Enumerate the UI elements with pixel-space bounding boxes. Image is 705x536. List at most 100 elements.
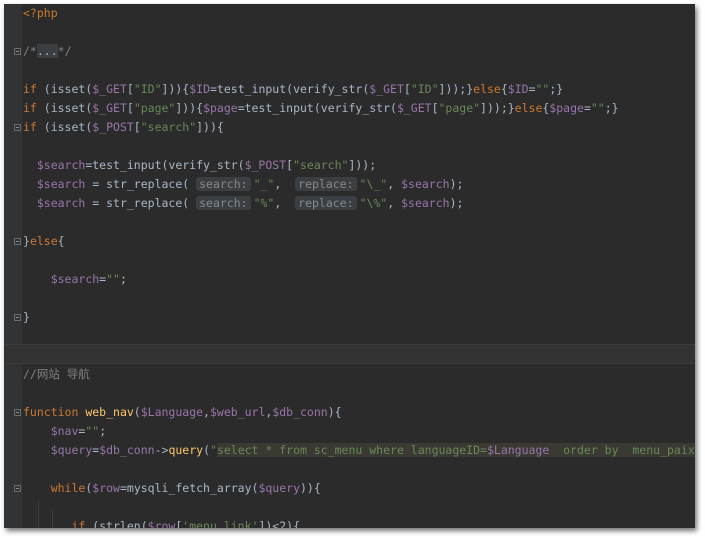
- fold-toggle-icon[interactable]: [14, 409, 21, 416]
- comment-token: */: [57, 44, 72, 58]
- code-line[interactable]: $search="";: [23, 270, 127, 289]
- code-line[interactable]: if (strlen($row['menu_link'])<2){: [23, 517, 300, 528]
- code-token: =test_input(verify_str(: [237, 101, 397, 115]
- variable-token: $row: [147, 519, 176, 528]
- code-line[interactable]: $search = str_replace( search: "%", repla…: [23, 194, 463, 213]
- string-token: "\%": [359, 196, 388, 210]
- code-line[interactable]: if (isset($_POST["search"])){: [23, 118, 224, 137]
- keyword-token: if: [23, 101, 37, 115]
- code-token: ])<2){: [258, 519, 300, 528]
- code-line[interactable]: }: [23, 308, 30, 327]
- folded-block-placeholder[interactable]: ...: [36, 44, 58, 58]
- code-token: ])){: [161, 82, 190, 96]
- code-line[interactable]: if (isset($_GET["ID"])){$ID=test_input(v…: [23, 80, 563, 99]
- code-line[interactable]: while($row=mysqli_fetch_array($query)){: [23, 479, 321, 498]
- fold-toggle-icon[interactable]: [14, 48, 21, 55]
- code-token: ;: [119, 272, 127, 286]
- string-token: "\_": [359, 177, 388, 191]
- keyword-token: <?php: [23, 6, 58, 20]
- parameter-hint: replace:: [295, 196, 357, 210]
- code-line[interactable]: /*...*/: [23, 42, 72, 61]
- code-editor[interactable]: <?php/*...*/if (isset($_GET["ID"])){$ID=…: [4, 4, 695, 528]
- variable-token: $nav: [50, 424, 79, 438]
- code-token: (isset(: [36, 120, 93, 134]
- keyword-token: else: [514, 101, 543, 115]
- code-line[interactable]: $nav="";: [23, 422, 106, 441]
- code-line[interactable]: function web_nav($Language,$web_url,$db_…: [23, 403, 342, 422]
- code-token: = str_replace(: [85, 196, 197, 210]
- variable-token: $search: [36, 158, 86, 172]
- variable-token: $query: [50, 443, 93, 457]
- code-token: (strlen(: [85, 519, 148, 528]
- variable-token: $_GET: [92, 82, 127, 96]
- code-token: ;: [99, 424, 107, 438]
- code-line[interactable]: }else{: [23, 232, 65, 251]
- sql-variable-token: $Language: [486, 443, 550, 457]
- string-token: ": [210, 443, 217, 457]
- code-line[interactable]: $query=$db_conn->query("select * from sc…: [23, 441, 695, 460]
- code-token: [: [126, 82, 134, 96]
- variable-token: $search: [50, 272, 100, 286]
- keyword-token: if: [23, 120, 37, 134]
- sql-string-token: select * from sc_menu where languageID=: [216, 443, 487, 457]
- function-name-token: web_nav: [85, 405, 134, 419]
- code-token: =: [528, 82, 536, 96]
- string-token: "": [535, 82, 550, 96]
- keyword-token: if: [71, 519, 86, 528]
- code-token: {: [500, 82, 508, 96]
- code-token: );: [449, 177, 464, 191]
- string-token: "page": [133, 101, 176, 115]
- variable-token: $page: [203, 101, 238, 115]
- code-token: ;}: [549, 82, 564, 96]
- variable-token: $db_conn: [272, 405, 328, 419]
- code-token: }: [23, 310, 30, 324]
- string-token: "": [85, 424, 100, 438]
- code-token: ;}: [604, 101, 619, 115]
- code-token: (isset(: [36, 101, 93, 115]
- parameter-hint: search:: [196, 196, 251, 210]
- string-token: "%": [253, 196, 275, 210]
- editor-gutter[interactable]: [4, 4, 22, 528]
- keyword-token: else: [29, 234, 58, 248]
- code-token: =: [583, 101, 591, 115]
- code-token: =test_input(verify_str(: [85, 158, 245, 172]
- string-token: "search": [293, 158, 349, 172]
- code-line[interactable]: //网站 导航: [23, 365, 90, 384]
- fold-toggle-icon[interactable]: [14, 124, 21, 131]
- fold-toggle-icon[interactable]: [14, 238, 21, 245]
- string-token: "page": [438, 101, 481, 115]
- code-line[interactable]: $search = str_replace( search: "_", repla…: [23, 175, 463, 194]
- parameter-hint: replace:: [295, 177, 357, 191]
- variable-token: $_GET: [396, 101, 432, 115]
- variable-token: $query: [258, 481, 300, 495]
- code-line[interactable]: $search=test_input(verify_str($_POST["se…: [23, 156, 376, 175]
- sql-string-token: order by menu_paixu: [549, 443, 695, 457]
- function-name-token: query: [168, 443, 204, 457]
- fold-toggle-icon[interactable]: [14, 485, 21, 492]
- code-token: ,: [274, 177, 296, 191]
- keyword-token: if: [23, 82, 37, 96]
- code-token: =test_input(verify_str(: [210, 82, 370, 96]
- code-line[interactable]: <?php: [23, 4, 58, 23]
- variable-token: $_GET: [92, 101, 127, 115]
- code-token: {: [57, 234, 65, 248]
- code-token: );: [449, 196, 464, 210]
- variable-token: $page: [549, 101, 584, 115]
- string-token: "": [106, 272, 120, 286]
- code-token: ){: [327, 405, 342, 419]
- keyword-token: function: [23, 405, 79, 419]
- variable-token: $_GET: [369, 82, 404, 96]
- variable-token: $search: [401, 196, 450, 210]
- fold-toggle-icon[interactable]: [14, 314, 21, 321]
- code-token: (: [203, 443, 210, 457]
- comment-token: /*: [23, 44, 37, 58]
- string-token: "ID": [410, 82, 439, 96]
- code-token: ]));: [348, 158, 377, 172]
- code-line[interactable]: if (isset($_GET["page"])){$page=test_inp…: [23, 99, 619, 118]
- code-token: ,: [387, 177, 402, 191]
- code-token: =mysqli_fetch_array(: [119, 481, 259, 495]
